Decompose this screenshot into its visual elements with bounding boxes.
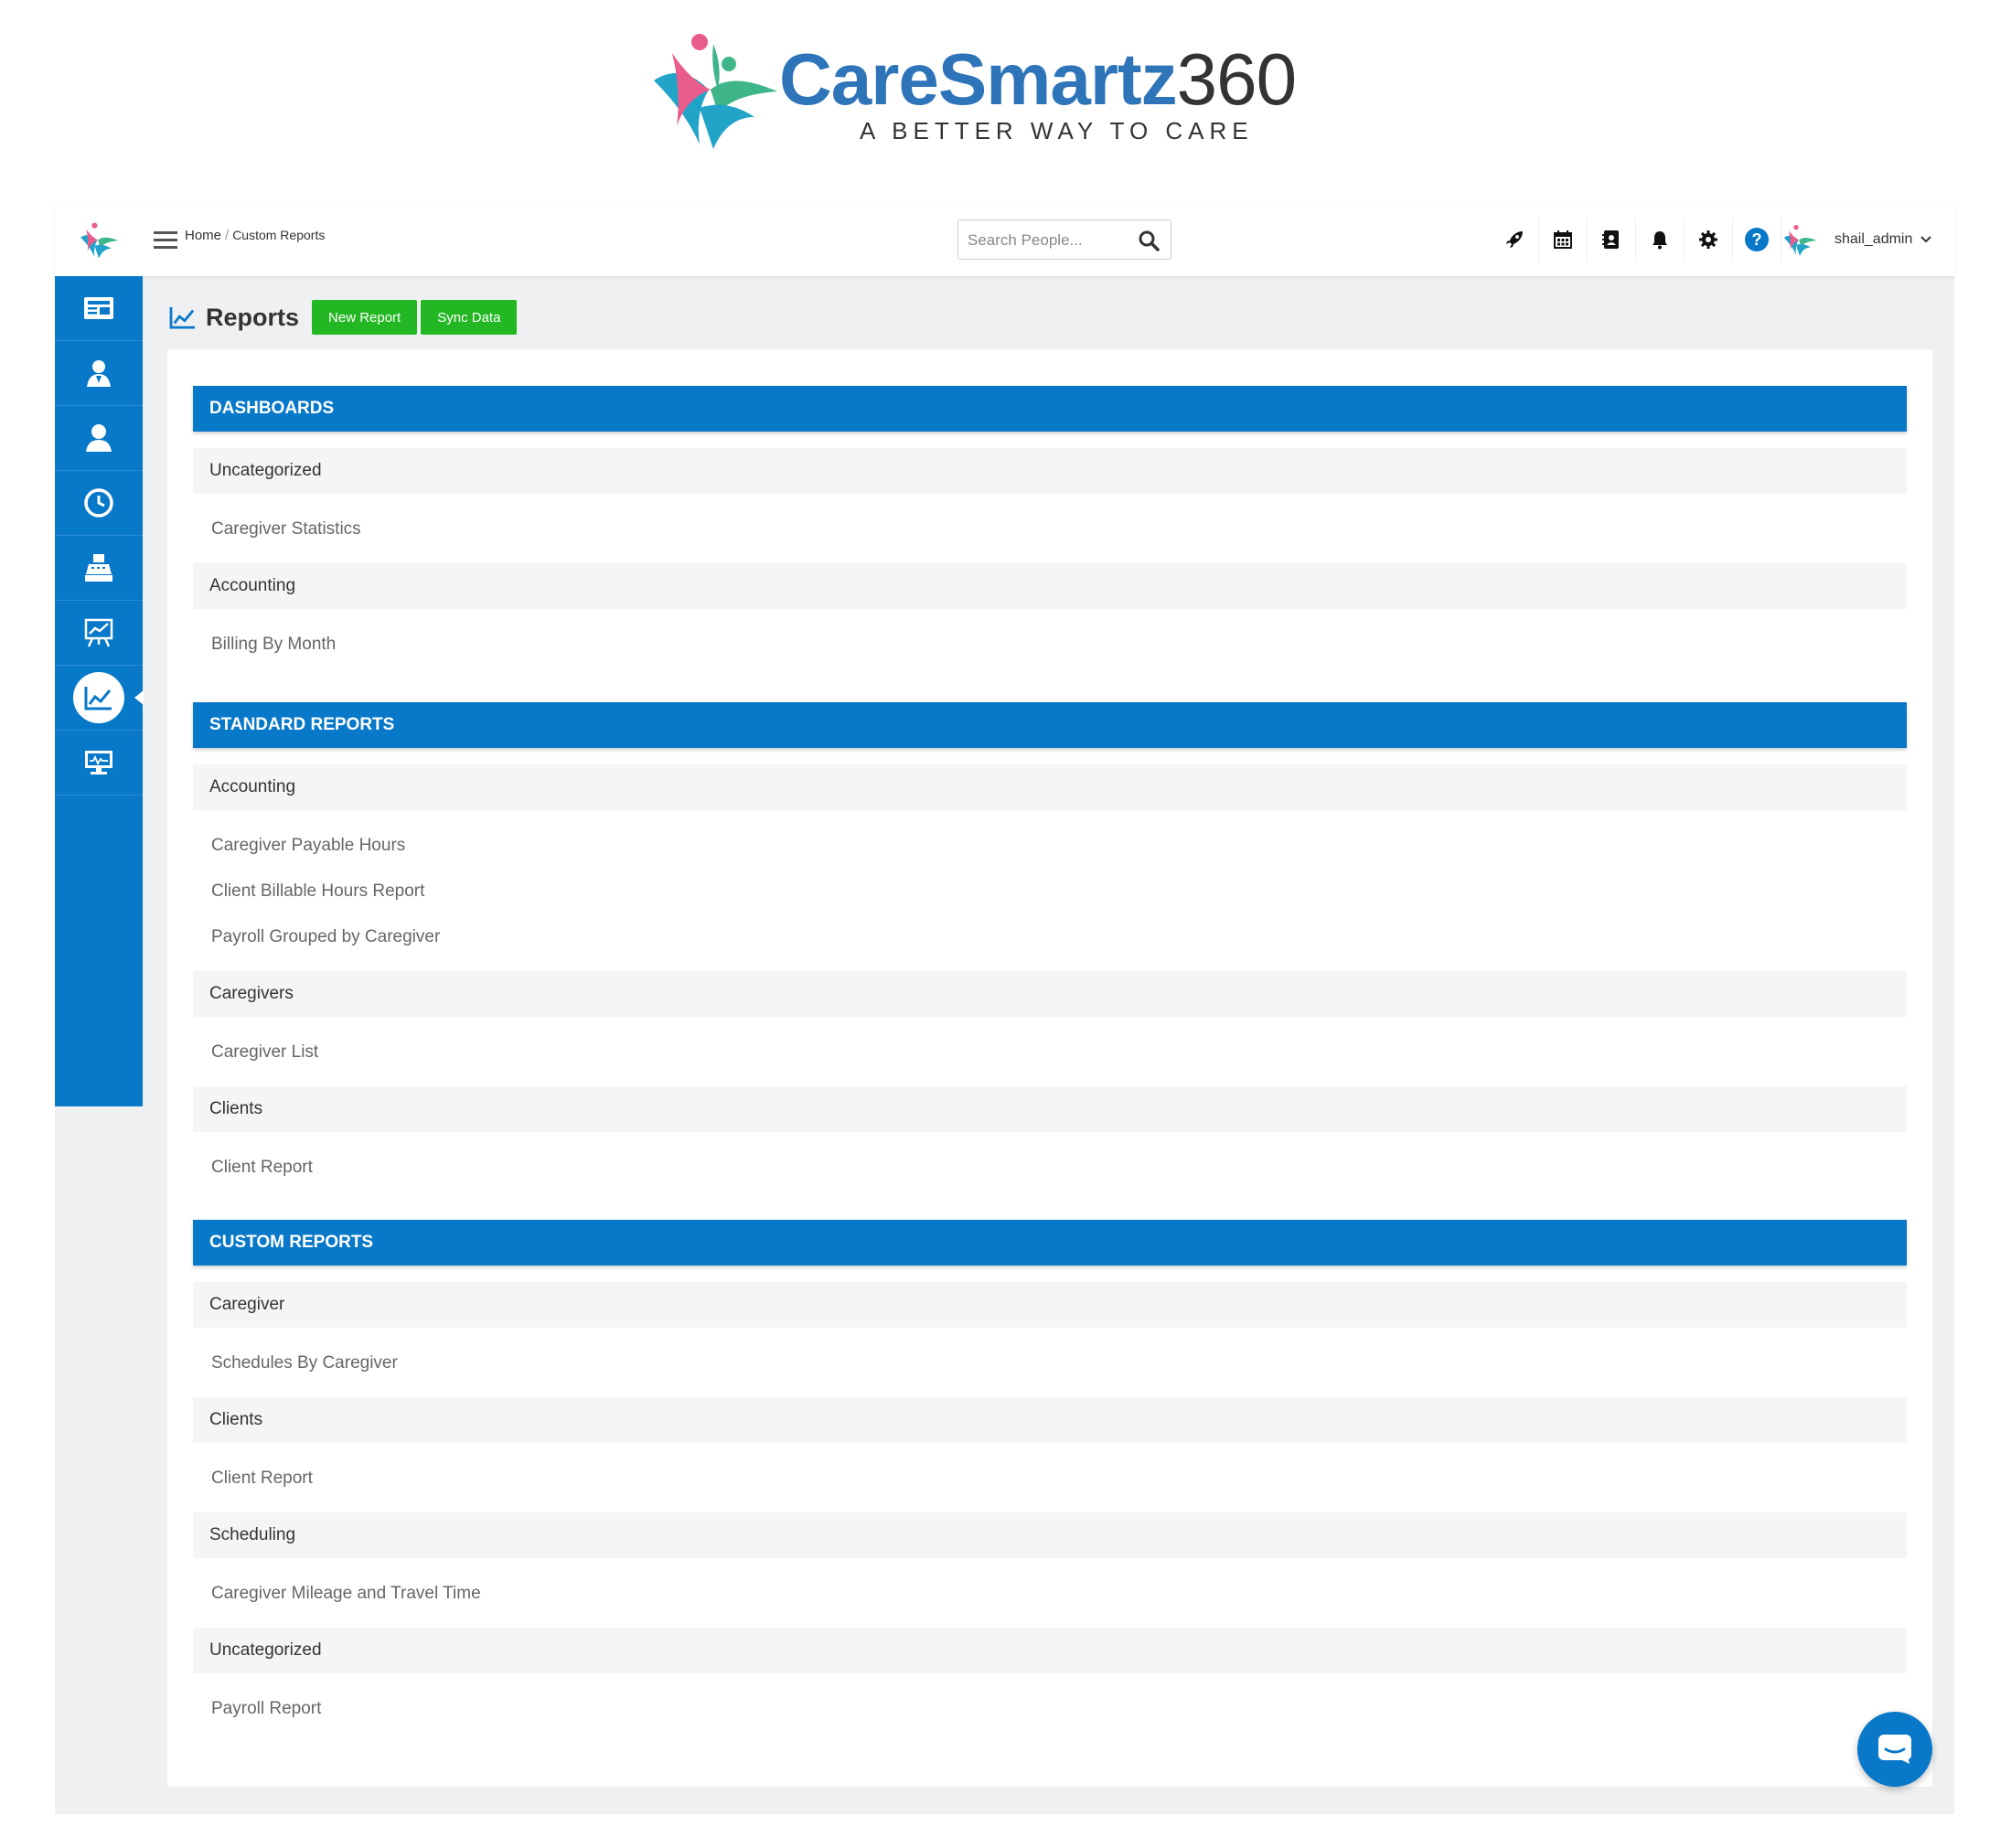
sidebar-item-reports[interactable] [55,666,144,731]
section-header: DASHBOARDS [193,386,1907,432]
sidebar-item-monitor[interactable] [55,731,143,796]
page-title: Reports [206,303,300,331]
gear-icon[interactable] [1685,218,1733,262]
section-standard-reports: STANDARD REPORTS Accounting Caregiver Pa… [193,702,1907,1202]
reports-chart-icon [84,687,112,710]
sidebar-item-clients[interactable] [55,406,143,471]
sidebar-item-scheduling[interactable] [55,471,143,536]
reports-panel: DASHBOARDS Uncategorized Caregiver Stati… [167,349,1932,1787]
section-header: CUSTOM REPORTS [193,1220,1907,1266]
caresmartz-logo-icon [654,34,777,149]
sidebar-item-caregivers[interactable] [55,341,143,406]
report-link[interactable]: Caregiver Payable Hours [193,823,1907,869]
report-link[interactable]: Client Billable Hours Report [193,869,1907,914]
category-row: Caregivers [193,971,1907,1017]
report-link[interactable]: Caregiver Mileage and Travel Time [193,1571,1907,1617]
report-link[interactable]: Schedules By Caregiver [193,1341,1907,1386]
caresmartz-small-logo-icon [80,222,119,259]
hamburger-menu-icon[interactable] [154,227,177,252]
breadcrumb-home[interactable]: Home [185,228,221,243]
avatar [1783,225,1817,256]
report-link[interactable]: Caregiver Statistics [193,507,1907,552]
section-header: STANDARD REPORTS [193,702,1907,748]
page-header: Reports New Report Sync Data [169,294,520,340]
user-menu[interactable]: shail_admin [1781,219,1932,260]
bell-icon[interactable] [1636,218,1685,262]
report-link[interactable]: Billing By Month [193,622,1907,668]
app-logo[interactable] [55,203,143,276]
rocket-icon[interactable] [1491,218,1539,262]
brand-name-part2: 360 [1176,38,1297,120]
news-icon [84,297,113,319]
top-bar: Home / Custom Reports Search People... ?… [55,203,1954,276]
contact-book-icon[interactable] [1588,218,1636,262]
report-link[interactable]: Client Report [193,1145,1907,1191]
brand-name-part1: CareSmartz [779,38,1178,120]
new-report-button[interactable]: New Report [312,300,418,335]
search-icon[interactable] [1138,230,1160,251]
app-window: Home / Custom Reports Search People... ?… [55,203,1954,1814]
sidebar-item-dashboard[interactable] [55,276,143,341]
clock-icon [84,488,113,518]
breadcrumb-current: Custom Reports [232,228,326,242]
category-row: Accounting [193,764,1907,810]
brand-name: CareSmartz360 [779,38,1297,121]
chevron-down-icon [1920,236,1932,243]
search-box [957,219,1171,260]
brand-tagline: A BETTER WAY TO CARE [860,117,1254,144]
help-icon[interactable]: ? [1733,218,1781,262]
sidebar-item-presentation[interactable] [55,601,143,666]
report-link[interactable]: Caregiver List [193,1030,1907,1075]
sidebar [55,276,144,1106]
reports-title-chart-icon [169,306,195,329]
sidebar-item-billing[interactable] [55,536,143,601]
category-row: Caregiver [193,1282,1907,1328]
search-input[interactable] [966,226,1134,255]
report-link[interactable]: Payroll Grouped by Caregiver [193,914,1907,960]
section-custom-reports: CUSTOM REPORTS Caregiver Schedules By Ca… [193,1220,1907,1743]
section-dashboards: DASHBOARDS Uncategorized Caregiver Stati… [193,386,1907,678]
client-icon [86,424,112,452]
user-name: shail_admin [1835,231,1913,247]
presentation-chart-icon [84,618,113,647]
category-row: Clients [193,1086,1907,1132]
category-row: Accounting [193,563,1907,609]
sync-data-button[interactable]: Sync Data [421,300,518,335]
calendar-icon[interactable] [1539,218,1588,262]
breadcrumb: Home / Custom Reports [185,228,326,243]
category-row: Uncategorized [193,448,1907,494]
category-row: Scheduling [193,1512,1907,1558]
brand-header: CareSmartz360 A BETTER WAY TO CARE [0,0,2011,183]
chat-icon [1878,1735,1911,1764]
svg-text:?: ? [1752,230,1762,249]
caregiver-icon [87,360,111,387]
monitor-icon [85,751,112,774]
toolbar-icons: ? [1491,218,1781,262]
category-row: Clients [193,1397,1907,1443]
chat-launcher-button[interactable] [1857,1712,1932,1787]
billing-icon [85,554,112,582]
report-link[interactable]: Payroll Report [193,1686,1907,1732]
category-row: Uncategorized [193,1628,1907,1673]
report-link[interactable]: Client Report [193,1456,1907,1501]
